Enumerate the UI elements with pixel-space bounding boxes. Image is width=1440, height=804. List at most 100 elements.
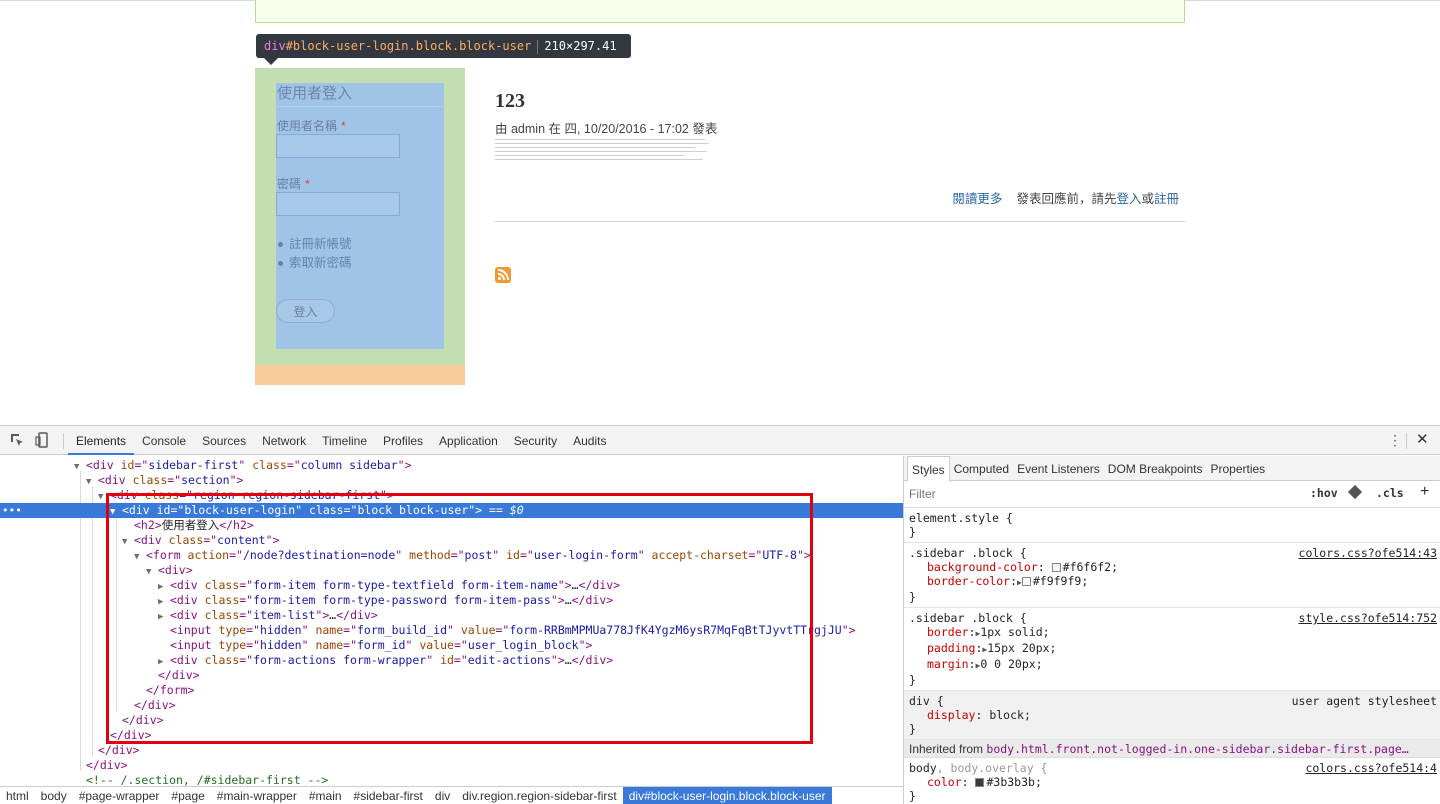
devtools-tabbar: Elements Console Sources Network Timelin… [0, 426, 1440, 455]
hover-state-toggle[interactable]: :hov [1310, 486, 1338, 500]
elements-tree: ▼ <div id="sidebar-first" class="column s… [0, 456, 903, 786]
highlight-strip [255, 0, 1185, 23]
tooltip-arrow [264, 58, 278, 65]
more-options-icon[interactable]: ⋮ [1388, 431, 1402, 449]
tab-audits[interactable]: Audits [565, 426, 614, 455]
dom-node-form-item-name[interactable]: ▶ <div class="form-item form-type-textfie… [0, 578, 903, 593]
close-devtools-icon[interactable]: ✕ [1416, 431, 1429, 449]
dom-node-form-item-pass[interactable]: ▶ <div class="form-item form-type-passwor… [0, 593, 903, 608]
dom-close-div[interactable]: </div> [0, 713, 903, 728]
tab-console[interactable]: Console [134, 426, 194, 455]
crumb-block-user-login[interactable]: div#block-user-login.block.block-user [622, 787, 832, 804]
dom-node-form[interactable]: ▼ <form action="/node?destination=node" m… [0, 548, 903, 563]
dom-node-input-build-id[interactable]: <input type="hidden" name="form_build_id… [0, 623, 903, 638]
crumb-div[interactable]: div [429, 787, 456, 804]
rule-sidebar-block-style[interactable]: .sidebar .block { style.css?ofe514:752 b… [904, 608, 1440, 691]
register-link-inline[interactable]: 註冊 [1154, 192, 1179, 206]
crumb-body[interactable]: body [35, 787, 73, 804]
css-property[interactable]: display: block; [909, 708, 1435, 722]
crumb-html[interactable]: html [0, 787, 35, 804]
tabbar-separator-right [1406, 433, 1407, 449]
tab-application[interactable]: Application [431, 426, 506, 455]
color-swatch[interactable] [1051, 563, 1061, 572]
rule-source-link[interactable]: style.css?ofe514:752 [1299, 611, 1437, 625]
dom-node-content[interactable]: ▼ <div class="content"> [0, 533, 903, 548]
dom-close-div[interactable]: </div> [0, 698, 903, 713]
dom-node-item-list[interactable]: ▶ <div class="item-list">…</div> [0, 608, 903, 623]
tab-elements[interactable]: Elements [68, 426, 135, 455]
node-divider [495, 221, 1185, 222]
tab-dom-breakpoints[interactable]: DOM Breakpoints [1104, 456, 1207, 481]
crumb-main-wrapper[interactable]: #main-wrapper [211, 787, 303, 804]
tab-event-listeners[interactable]: Event Listeners [1013, 456, 1104, 481]
paint-icon[interactable] [1347, 484, 1363, 500]
new-rule-icon[interactable]: + [1420, 483, 1429, 501]
username-label-text: 使用者名稱 [277, 119, 338, 133]
dom-breadcrumbs: html body #page-wrapper #page #main-wrap… [0, 786, 903, 804]
tab-security[interactable]: Security [506, 426, 565, 455]
dom-node-section[interactable]: ▼ <div class="section"> [0, 473, 903, 488]
color-swatch[interactable] [1021, 577, 1031, 586]
dom-node-region[interactable]: ▼ <div class="region region-sidebar-first… [0, 488, 903, 503]
dom-node-form-div[interactable]: ▼ <div> [0, 563, 903, 578]
dom-close-div[interactable]: </div> [0, 743, 903, 758]
rule-close: } [909, 722, 916, 736]
crumb-page[interactable]: #page [165, 787, 210, 804]
node-actions-icon[interactable]: ••• [2, 503, 22, 518]
reset-password-link[interactable]: 索取新密碼 [278, 254, 352, 273]
crumb-page-wrapper[interactable]: #page-wrapper [73, 787, 166, 804]
tab-timeline[interactable]: Timeline [314, 426, 375, 455]
dom-node-sidebar-first[interactable]: ▼ <div id="sidebar-first" class="column s… [0, 458, 903, 473]
css-property[interactable]: background-color: #f6f6f2; [909, 560, 1435, 574]
dom-close-div[interactable]: </div> [0, 728, 903, 743]
rule-user-agent-div[interactable]: div { user agent stylesheet display: blo… [904, 691, 1440, 740]
css-property[interactable]: color: #3b3b3b; [909, 775, 1435, 789]
tab-network[interactable]: Network [254, 426, 314, 455]
inherited-label: Inherited from [909, 742, 984, 756]
rule-body-color[interactable]: body, body.overlay { colors.css?ofe514:4… [904, 758, 1440, 804]
css-property[interactable]: padding:▶15px 20px; [909, 641, 1435, 657]
dom-close-form[interactable]: </form> [0, 683, 903, 698]
rule-source-link[interactable]: colors.css?ofe514:4 [1305, 761, 1437, 775]
node-title[interactable]: 123 [495, 90, 525, 113]
styles-filter-bar: :hov .cls + [904, 481, 1440, 508]
tab-properties[interactable]: Properties [1206, 456, 1269, 481]
tab-styles[interactable]: Styles [907, 456, 950, 482]
crumb-sidebar-first[interactable]: #sidebar-first [348, 787, 429, 804]
inspect-element-icon[interactable] [9, 432, 25, 448]
device-toolbar-icon[interactable] [34, 432, 50, 448]
rss-feed-icon[interactable] [495, 267, 511, 283]
password-input[interactable] [276, 192, 400, 216]
dom-comment[interactable]: <!-- /.section, /#sidebar-first --> [0, 773, 903, 786]
css-property[interactable]: margin:▶0 0 20px; [909, 657, 1435, 673]
register-link[interactable]: 註冊新帳號 [278, 235, 352, 254]
tab-profiles[interactable]: Profiles [375, 426, 431, 455]
crumb-region[interactable]: div.region.region-sidebar-first [456, 787, 623, 804]
node-body-text [495, 139, 710, 163]
rule-sidebar-block-colors[interactable]: .sidebar .block { colors.css?ofe514:43 b… [904, 543, 1440, 608]
dom-node-block-user-login[interactable]: ••• ▼ <div id="block-user-login" class="bl… [0, 503, 903, 518]
tab-sources[interactable]: Sources [194, 426, 254, 455]
color-swatch[interactable] [975, 778, 985, 787]
inherited-selector-link[interactable]: body.html.front.not-logged-in.one-sideba… [986, 742, 1408, 756]
css-property[interactable]: border-color:▶ #f9f9f9; [909, 574, 1435, 590]
login-link[interactable]: 登入 [1116, 192, 1141, 206]
rule-source-link[interactable]: colors.css?ofe514:43 [1299, 546, 1437, 560]
dom-close-div[interactable]: </div> [0, 758, 903, 773]
selected-node-marker: == $0 [489, 503, 524, 517]
read-more-link[interactable]: 閱讀更多 [952, 192, 1002, 206]
dom-node-h2[interactable]: <h2>使用者登入</h2> [0, 518, 903, 533]
styles-filter-input[interactable] [909, 486, 1289, 502]
crumb-main[interactable]: #main [303, 787, 348, 804]
rule-close: } [909, 673, 916, 687]
dom-close-div[interactable]: </div> [0, 668, 903, 683]
dom-node-form-actions[interactable]: ▶ <div class="form-actions form-wrapper" … [0, 653, 903, 668]
username-input[interactable] [276, 134, 400, 158]
tab-computed[interactable]: Computed [950, 456, 1013, 481]
rule-element-style[interactable]: element.style { } [904, 508, 1440, 543]
node-meta: 由 admin 在 四, 10/20/2016 - 17:02 發表 [495, 122, 718, 136]
css-property[interactable]: border:▶1px solid; [909, 625, 1435, 641]
dom-node-input-form-id[interactable]: <input type="hidden" name="form_id" valu… [0, 638, 903, 653]
login-button[interactable]: 登入 [276, 299, 335, 323]
class-toggle[interactable]: .cls [1376, 486, 1404, 500]
